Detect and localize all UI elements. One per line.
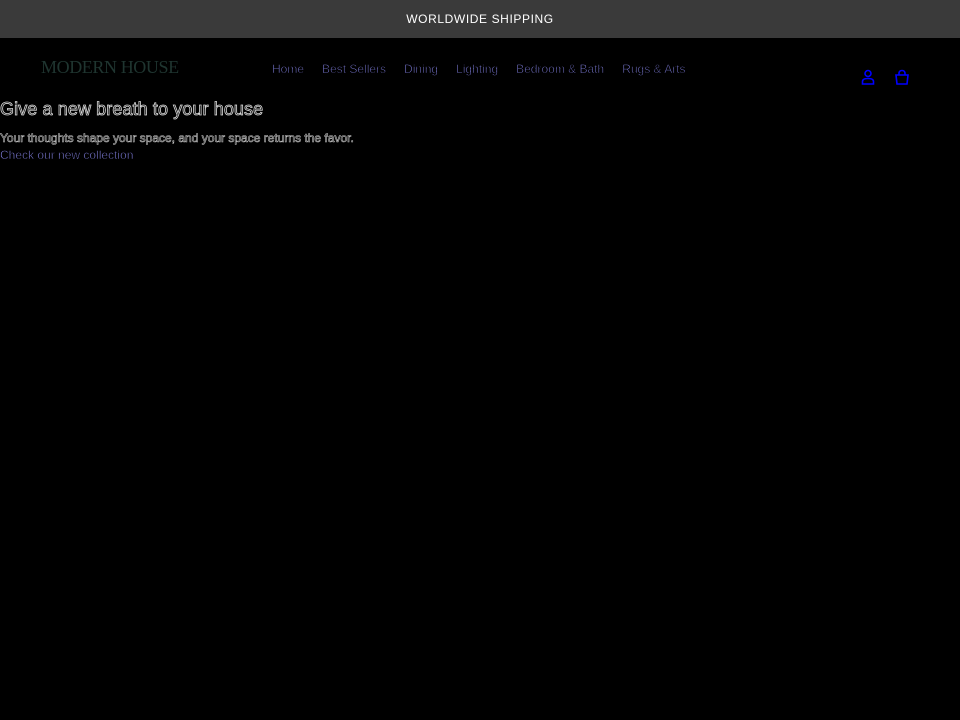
- account-icon: [861, 69, 875, 90]
- nav-link-lighting[interactable]: Lighting: [456, 62, 499, 77]
- nav-item-home: Home: [272, 60, 305, 78]
- collection-link[interactable]: Check our new collection: [0, 147, 134, 163]
- cart-icon: [894, 69, 910, 90]
- site-logo[interactable]: MODERN HOUSE: [41, 57, 179, 77]
- nav-item-best-sellers: Best Sellers: [322, 60, 387, 78]
- nav-link-home[interactable]: Home: [272, 62, 305, 77]
- hero-section: Give a new breath to your house Your tho…: [0, 98, 960, 164]
- nav-item-dining: Dining: [404, 60, 439, 78]
- nav-link-rugs-arts[interactable]: Rugs & Arts: [622, 62, 686, 77]
- hero-subtitle: Your thoughts shape your space, and your…: [0, 131, 354, 146]
- hero-title: Give a new breath to your house: [0, 99, 264, 120]
- announcement-bar: WORLDWIDE SHIPPING: [0, 0, 960, 38]
- main-navigation: Home Best Sellers Dining Lighting Bedroo…: [272, 60, 686, 78]
- nav-item-bedroom-bath: Bedroom & Bath: [516, 60, 605, 78]
- nav-item-rugs-arts: Rugs & Arts: [622, 60, 686, 78]
- announcement-text: WORLDWIDE SHIPPING: [406, 12, 554, 26]
- nav-item-lighting: Lighting: [456, 60, 499, 78]
- nav-link-best-sellers[interactable]: Best Sellers: [322, 62, 387, 77]
- account-button[interactable]: [860, 69, 876, 90]
- nav-link-bedroom-bath[interactable]: Bedroom & Bath: [516, 62, 605, 77]
- site-header: MODERN HOUSE Home Best Sellers Dining Li…: [0, 38, 960, 98]
- nav-link-dining[interactable]: Dining: [404, 62, 439, 77]
- cart-button[interactable]: [894, 69, 910, 90]
